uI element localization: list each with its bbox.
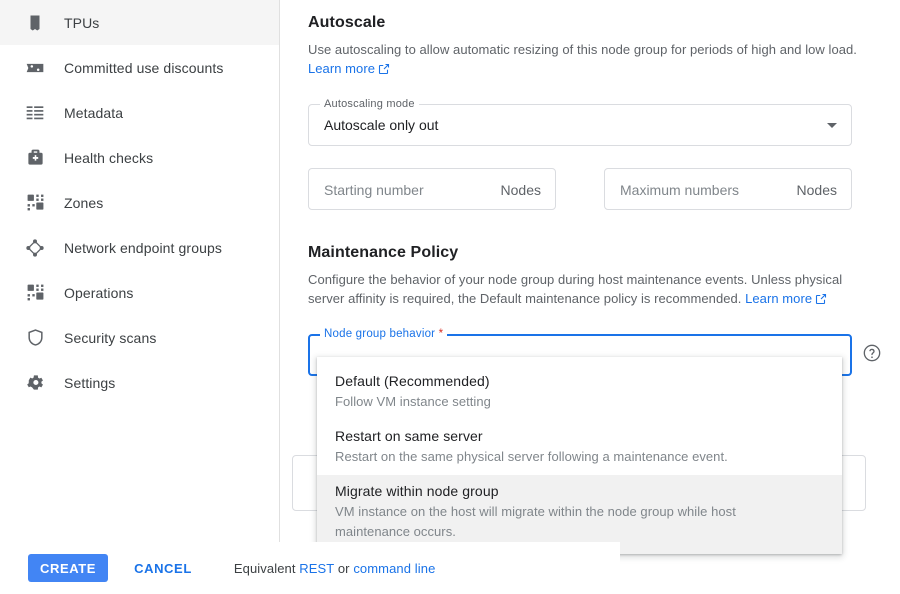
chevron-down-icon (827, 123, 837, 128)
grid-blocks-icon (24, 192, 46, 214)
dropdown-option-subtitle: Restart on the same physical server foll… (335, 449, 728, 464)
sidebar-item-label: Security scans (64, 329, 157, 346)
sidebar-item-zones[interactable]: Zones (0, 180, 279, 225)
form-content: Autoscale Use autoscaling to allow autom… (280, 0, 900, 376)
starting-number-suffix: Nodes (500, 182, 541, 198)
node-count-row: Starting number Nodes Maximum numbers No… (308, 168, 880, 210)
equivalent-links: Equivalent REST or command line (234, 561, 436, 576)
autoscaling-mode-label: Autoscaling mode (320, 98, 419, 110)
form-action-bar: CREATE CANCEL Equivalent REST or command… (0, 542, 620, 594)
maximum-numbers-input[interactable]: Maximum numbers Nodes (604, 168, 852, 210)
sidebar-item-label: Metadata (64, 104, 124, 121)
autoscale-description-text: Use autoscaling to allow automatic resiz… (308, 42, 857, 57)
sidebar-item-settings[interactable]: Settings (0, 360, 279, 405)
dropdown-option-title: Restart on same server (335, 428, 483, 444)
sidebar-item-operations[interactable]: Operations (0, 270, 279, 315)
shield-icon (24, 327, 46, 349)
required-asterisk: * (438, 328, 444, 340)
help-circle-icon[interactable] (862, 343, 882, 363)
sidebar-item-label: Health checks (64, 149, 154, 166)
sidebar-item-tpus[interactable]: TPUs (0, 0, 279, 45)
or-separator: or (334, 560, 354, 576)
autoscale-learn-more-link[interactable]: Learn more (308, 61, 375, 76)
sidebar-item-network-endpoint-groups[interactable]: Network endpoint groups (0, 225, 279, 270)
autoscaling-mode-select[interactable]: Autoscaling mode Autoscale only out (308, 98, 852, 146)
autoscaling-mode-value: Autoscale only out (324, 117, 439, 133)
gear-icon (24, 372, 46, 394)
external-link-icon (378, 61, 390, 80)
maintenance-policy-title: Maintenance Policy (308, 244, 459, 261)
maximum-numbers-suffix: Nodes (796, 182, 837, 198)
sidebar-item-label: Committed use discounts (64, 59, 224, 76)
dropdown-option-restart-same-server[interactable]: Restart on same server Restart on the sa… (317, 420, 842, 475)
sidebar-item-health-checks[interactable]: Health checks (0, 135, 279, 180)
node-group-behavior-label: Node group behavior * (320, 328, 448, 340)
dropdown-option-title: Default (Recommended) (335, 373, 490, 389)
node-group-behavior-dropdown[interactable]: Default (Recommended) Follow VM instance… (317, 357, 842, 554)
list-rows-icon (24, 102, 46, 124)
create-button[interactable]: CREATE (28, 554, 109, 582)
network-nodes-icon (24, 237, 46, 259)
maintenance-policy-description: Configure the behavior of your node grou… (308, 270, 880, 310)
sidebar-item-committed-use-discounts[interactable]: Committed use discounts (0, 45, 279, 90)
sidebar-item-label: Zones (64, 194, 104, 211)
sidebar-item-security-scans[interactable]: Security scans (0, 315, 279, 360)
sidebar-item-label: Settings (64, 374, 116, 391)
dropdown-option-default[interactable]: Default (Recommended) Follow VM instance… (317, 365, 842, 420)
maintenance-learn-more-link[interactable]: Learn more (745, 291, 812, 306)
node-group-behavior-label-text: Node group behavior (324, 328, 436, 340)
sidebar-item-label: Operations (64, 284, 134, 301)
autoscale-description: Use autoscaling to allow automatic resiz… (308, 40, 880, 80)
dropdown-option-subtitle: Follow VM instance setting (335, 394, 491, 409)
sidebar-item-metadata[interactable]: Metadata (0, 90, 279, 135)
sidebar-item-label: TPUs (64, 14, 100, 31)
autoscale-section-title: Autoscale (308, 14, 386, 31)
dropdown-option-subtitle: VM instance on the host will migrate wit… (335, 504, 736, 539)
sidebar-item-label: Network endpoint groups (64, 239, 222, 256)
dropdown-option-title: Migrate within node group (335, 483, 499, 499)
starting-number-placeholder: Starting number (324, 182, 424, 198)
external-link-icon (815, 291, 827, 310)
rest-link[interactable]: REST (299, 561, 334, 576)
tpu-chip-icon (24, 12, 46, 34)
sidebar-navigation: TPUs Committed use discounts Metadata He… (0, 0, 280, 594)
medical-kit-icon (24, 147, 46, 169)
maximum-numbers-placeholder: Maximum numbers (620, 182, 740, 198)
starting-number-input[interactable]: Starting number Nodes (308, 168, 556, 210)
equivalent-prefix: Equivalent (233, 560, 300, 576)
grid-blocks-icon (24, 282, 46, 304)
cancel-button[interactable]: CANCEL (124, 554, 202, 582)
command-line-link[interactable]: command line (353, 561, 435, 576)
percent-tag-icon (24, 57, 46, 79)
app-root: TPUs Committed use discounts Metadata He… (0, 0, 900, 594)
